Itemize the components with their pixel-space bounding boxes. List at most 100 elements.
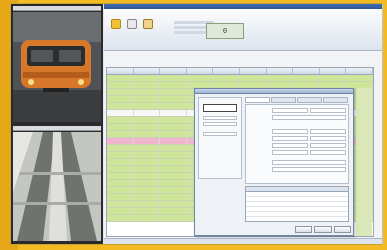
table-cell	[107, 138, 134, 144]
table-row[interactable]	[107, 75, 373, 82]
table-cell	[160, 75, 187, 81]
table-cell	[160, 131, 187, 137]
form-row	[248, 167, 348, 172]
column-header[interactable]	[320, 68, 347, 74]
plate-field[interactable]	[203, 132, 237, 136]
railway-track-image	[13, 132, 101, 241]
dialog-tab[interactable]	[271, 97, 296, 103]
table-cell	[160, 166, 187, 172]
column-header[interactable]	[213, 68, 240, 74]
table-cell	[134, 103, 161, 109]
detail-subtable	[245, 186, 349, 222]
dialog-button[interactable]	[333, 226, 351, 233]
form-input[interactable]	[272, 115, 346, 120]
table-cell	[134, 96, 161, 102]
table-cell	[134, 145, 161, 151]
column-header[interactable]	[107, 68, 134, 74]
table-cell	[160, 117, 187, 123]
dialog-tab[interactable]	[323, 97, 348, 103]
table-cell	[107, 96, 134, 102]
camera-feed-2-toolbar	[13, 126, 101, 131]
table-cell	[134, 138, 161, 144]
form-input[interactable]	[272, 129, 308, 134]
column-header[interactable]	[240, 68, 267, 74]
table-cell	[107, 201, 134, 207]
form-input[interactable]	[272, 108, 308, 113]
dialog-button[interactable]	[295, 226, 313, 233]
form-label	[248, 115, 272, 120]
form-input[interactable]	[272, 160, 346, 165]
folder-icon	[143, 19, 153, 29]
table-cell	[160, 194, 187, 200]
plate-field[interactable]	[203, 122, 237, 126]
table-cell	[160, 173, 187, 179]
column-header[interactable]	[187, 68, 214, 74]
table-cell	[160, 138, 187, 144]
form-label	[248, 167, 272, 172]
table-cell	[134, 131, 161, 137]
table-cell	[134, 117, 161, 123]
table-cell	[134, 215, 161, 221]
form-row	[248, 108, 348, 113]
table-cell	[107, 173, 134, 179]
table-cell	[107, 124, 134, 130]
table-cell	[160, 110, 187, 116]
form-input[interactable]	[310, 129, 346, 134]
column-header[interactable]	[160, 68, 187, 74]
application-window: 0	[104, 4, 382, 244]
table-cell	[107, 145, 134, 151]
column-header[interactable]	[293, 68, 320, 74]
camera-feed-1-view	[13, 12, 101, 122]
table-cell	[107, 75, 134, 81]
table-cell	[107, 208, 134, 214]
camera-feed-2-view	[13, 132, 101, 241]
table-cell	[134, 82, 161, 88]
form-input[interactable]	[272, 136, 308, 141]
train-front-image	[13, 12, 101, 122]
subtable-row[interactable]	[246, 212, 348, 217]
dialog-button[interactable]	[314, 226, 332, 233]
table-cell	[267, 75, 294, 81]
table-cell	[107, 82, 134, 88]
table-cell	[160, 89, 187, 95]
camera-icon	[111, 19, 121, 29]
dialog-tab[interactable]	[245, 97, 270, 103]
camera-column	[11, 4, 103, 244]
column-header[interactable]	[267, 68, 294, 74]
table-cell	[320, 75, 347, 81]
form-input[interactable]	[310, 136, 346, 141]
ribbon-button-camera[interactable]	[110, 19, 122, 41]
dialog-tab[interactable]	[297, 97, 322, 103]
form-input[interactable]	[310, 143, 346, 148]
column-header[interactable]	[346, 68, 373, 74]
detail-form	[245, 104, 349, 184]
table-header	[107, 68, 373, 75]
camera-feed-2[interactable]	[13, 126, 101, 242]
right-status-panel	[356, 88, 372, 236]
counter-display: 0	[206, 23, 244, 39]
table-cell	[134, 152, 161, 158]
table-cell	[160, 215, 187, 221]
camera-feed-1[interactable]	[13, 6, 101, 123]
form-label	[248, 108, 272, 113]
plate-field[interactable]	[203, 116, 237, 120]
ribbon-button-document[interactable]	[126, 19, 138, 41]
form-input[interactable]	[310, 150, 346, 155]
form-input[interactable]	[272, 167, 346, 172]
form-input[interactable]	[272, 150, 308, 155]
ribbon-toolbar: 0	[104, 9, 382, 51]
form-input[interactable]	[310, 108, 346, 113]
form-row	[248, 115, 348, 120]
ribbon-button-folder[interactable]	[142, 19, 154, 41]
column-header[interactable]	[134, 68, 161, 74]
dialog-tabs	[245, 97, 349, 103]
status-bar	[104, 238, 382, 244]
form-input[interactable]	[272, 143, 308, 148]
form-row	[248, 150, 348, 155]
table-cell	[107, 110, 134, 116]
form-label	[248, 136, 272, 141]
table-cell	[134, 180, 161, 186]
table-cell	[134, 173, 161, 179]
table-cell	[346, 75, 373, 81]
form-row	[248, 129, 348, 134]
